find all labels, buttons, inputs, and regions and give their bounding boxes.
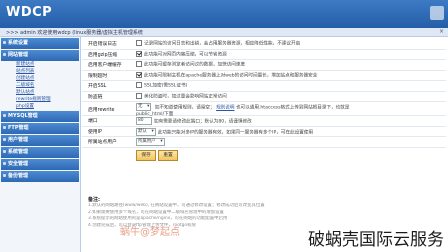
error-log-help: 记录网站的访问日志和出错，会占用服务器资源，相应降低性能，不建议开启	[144, 41, 301, 47]
owner-label: 所属站点用户	[88, 140, 117, 145]
port-input[interactable]: 80	[136, 117, 152, 125]
save-button[interactable]: 保存	[136, 149, 156, 161]
form-row-port: 端口 80 如有需要请修改此端口；默认为80，请谨慎修改	[82, 116, 446, 127]
sidebar-section-users[interactable]: 用户管理	[1, 135, 79, 146]
header-bar: WDCP	[0, 0, 448, 28]
sidebar-section-backup[interactable]: 备份管理	[1, 171, 79, 182]
rewrite-rules-link[interactable]: 规则说明	[216, 106, 234, 111]
error-log-label: 开启错误日志	[88, 42, 117, 47]
notes-heading: 备注:	[88, 197, 100, 203]
form-row-rewrite: 启用rewrite 无 如不知道使用规则，请留空； 规则说明 也可以通用.hta…	[82, 102, 446, 117]
form-row-gzip: 启用gzip压缩 此功能可对网页内容压缩，可以节省资源	[82, 50, 446, 60]
sidebar-item-site-list[interactable]: 站点列表	[0, 68, 80, 75]
sidebar-item-rewrite-rules[interactable]: rewrite规则管理	[0, 96, 80, 103]
rewrite-label: 启用rewrite	[88, 108, 115, 113]
reset-button[interactable]: 重置	[158, 149, 178, 161]
sidebar-item-subdomain[interactable]: 二级域名	[0, 82, 80, 89]
sidebar-item-default-site[interactable]: 默认站点	[0, 89, 80, 96]
timeout-help: 此功能可限制主机在apache服务器上对web的访问时间最长，增加站点和服务器安…	[144, 73, 318, 78]
form-row-client-cache: 启用客户端缓存 此功能可缓存浏览者访问过的数据，加快访问速度	[82, 60, 446, 71]
port-help: 如有需要请修改此端口；默认为80，请谨慎修改	[154, 119, 252, 125]
error-log-checkbox[interactable]	[136, 40, 142, 46]
port-label: 端口	[88, 119, 98, 124]
gzip-label: 启用gzip压缩	[88, 52, 118, 58]
user-bar: >>> admin 欢迎使用wdcp (linux服务器/虚拟主机管理系统 ×	[0, 28, 448, 37]
header-right-icon	[430, 6, 444, 20]
faint-watermark: 蜗牛@梦起点	[120, 227, 180, 238]
hotlink-label: 防盗链	[88, 94, 103, 100]
welcome-text: >>> admin 欢迎使用wdcp (linux服务器/虚拟主机管理系统	[6, 30, 143, 36]
hotlink-checkbox[interactable]	[136, 92, 142, 99]
rewrite-help-pre: 如不知道使用规则，请留空；	[154, 105, 215, 111]
ssl-checkbox[interactable]	[136, 82, 142, 88]
form-row-owner: 所属站点用户 所属用户	[82, 137, 446, 148]
hotlink-help: 美化防盗时，如过量会影响网站正常访问	[144, 94, 227, 99]
ssl-label: 开启SSL	[88, 84, 107, 89]
ip-help: 此功能只能对多IP的服务器有效，如果同一服务器有多个IP，可在此设置使用	[157, 130, 314, 135]
rewrite-help-post: 也可以通用.htaccess格式上传到网站根目录下，也就是	[235, 105, 350, 111]
ip-select[interactable]: 默认	[136, 127, 156, 136]
form-row-hotlink: 防盗链 美化防盗时，如过量会影响网站正常访问	[82, 92, 446, 102]
site-settings-form: 开启错误日志 记录网站的访问日志和出错，会占用服务器资源，相应降低性能，不建议开…	[82, 39, 446, 162]
form-row-timeout: 限制超时 此功能可限制主机在apache服务器上对web的访问时间最长，增加站点…	[82, 71, 446, 81]
ip-label: 使用IP	[88, 129, 102, 135]
timeout-label: 限制超时	[88, 73, 108, 79]
ssl-help: SSL加密(需SSL证书)	[144, 83, 188, 89]
timeout-checkbox[interactable]	[136, 71, 142, 78]
client-cache-label: 启用客户端缓存	[88, 63, 122, 68]
owner-select[interactable]: 所属用户	[136, 138, 165, 146]
sidebar: 系统设置 网站管理 新建站点 站点列表 创建站点 二级域名 默认站点 rewri…	[0, 37, 81, 252]
sidebar-section-mysql[interactable]: MYSQL管理	[1, 111, 79, 122]
sidebar-section-system-settings[interactable]: 系统设置	[1, 38, 79, 49]
client-cache-checkbox[interactable]	[136, 61, 142, 67]
rewrite-select[interactable]: 无	[136, 103, 152, 111]
sidebar-section-ftp[interactable]: FTP管理	[1, 123, 79, 134]
sidebar-section-security[interactable]: 安全管理	[1, 159, 79, 170]
gzip-checkbox[interactable]	[136, 50, 142, 57]
sidebar-section-system[interactable]: 系统管理	[1, 147, 79, 158]
close-icon[interactable]: ×	[439, 28, 444, 35]
sidebar-section-site-management[interactable]: 网站管理	[1, 50, 79, 61]
gzip-help: 此功能可对网页内容压缩，可以节省资源	[144, 52, 227, 57]
form-row-ssl: 开启SSL SSL加密(需SSL证书)	[82, 81, 446, 92]
sidebar-item-create-site[interactable]: 创建站点	[0, 75, 80, 82]
form-row-error-log: 开启错误日志 记录网站的访问日志和出错，会占用服务器资源，相应降低性能，不建议开…	[82, 39, 446, 50]
sidebar-item-new-site[interactable]: 新建站点	[0, 61, 80, 68]
logo: WDCP	[6, 5, 53, 20]
sidebar-item-php-settings[interactable]: php设置	[0, 103, 80, 110]
form-row-ip: 使用IP 默认此功能只能对多IP的服务器有效，如果同一服务器有多个IP，可在此设…	[82, 127, 446, 137]
watermark-text: 破蜗壳国际云服务	[308, 230, 444, 250]
form-buttons: 保存 重置	[82, 148, 446, 162]
client-cache-help: 此功能可缓存浏览者访问过的数据，加快访问速度	[144, 62, 246, 68]
